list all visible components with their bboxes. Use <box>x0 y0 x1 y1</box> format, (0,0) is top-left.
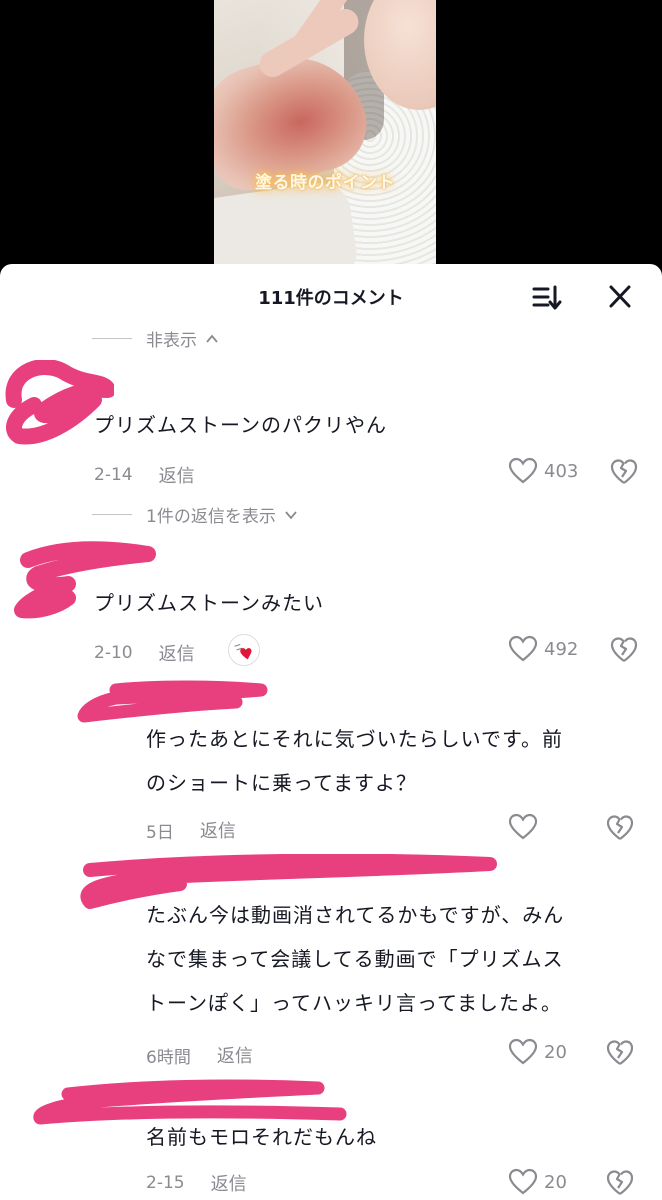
dislike-icon[interactable] <box>606 1169 634 1197</box>
comment-date: 2-14 <box>94 465 133 485</box>
like-count: 492 <box>544 638 579 660</box>
dislike-icon[interactable] <box>610 458 638 486</box>
like-button[interactable]: 492 <box>508 635 578 663</box>
comment-meta: 2-10 返信 <box>94 640 195 666</box>
view-replies-toggle[interactable]: 1件の返信を表示 <box>92 502 298 527</box>
hide-replies-toggle[interactable]: 非表示 <box>92 326 219 351</box>
comments-header: 111件のコメント <box>0 264 662 326</box>
close-button[interactable] <box>600 280 640 314</box>
like-button[interactable]: 403 <box>508 457 578 485</box>
reply-date: 2-15 <box>146 1173 185 1193</box>
like-count: 20 <box>544 1171 567 1193</box>
comment-meta: 2-14 返信 <box>94 462 195 488</box>
heart-icon <box>508 457 538 484</box>
reply-button[interactable]: 返信 <box>211 1170 247 1196</box>
heart-icon <box>508 1038 538 1065</box>
heart-icon <box>508 1168 538 1195</box>
hide-replies-label: 非表示 <box>146 331 197 351</box>
reply-meta: 2-15 返信 <box>146 1170 247 1196</box>
reply-text-line: たぶん今は動画消されてるかもですが、みん <box>146 903 565 927</box>
heart-icon <box>508 813 538 840</box>
chevron-down-icon <box>285 510 297 519</box>
comment-text: プリズムストーンのパクリやん <box>94 413 387 437</box>
reply-button[interactable]: 返信 <box>200 817 236 843</box>
reply-text: 作ったあとにそれに気づいたらしいです。前 のショートに乗ってますよ？ <box>146 722 563 800</box>
reply-text-line: のショートに乗ってますよ？ <box>146 771 417 795</box>
like-count: 20 <box>544 1041 567 1063</box>
like-count: 403 <box>544 460 579 482</box>
sort-icon <box>532 285 562 310</box>
dislike-icon[interactable] <box>606 1039 634 1067</box>
comment-text: プリズムストーンみたい <box>94 591 324 615</box>
divider-line <box>92 338 132 339</box>
comments-sheet: 111件のコメント 非表示 プリズムストーンのパクリやん 2-14 返信 403… <box>0 264 662 1200</box>
view-replies-label: 1件の返信を表示 <box>146 507 276 527</box>
dislike-icon[interactable] <box>610 636 638 664</box>
redaction-scribble <box>77 680 268 723</box>
chevron-up-icon <box>206 334 218 343</box>
reply-text-line: トーンぽく」ってハッキリ言ってましたよ。 <box>146 991 562 1015</box>
reply-text-line: なで集まって会議してる動画で「プリズムス <box>146 947 564 971</box>
reply-date: 5日 <box>146 822 174 843</box>
like-button[interactable]: 20 <box>508 1168 567 1196</box>
reply-button[interactable]: 返信 <box>159 462 195 488</box>
creator-liked-badge <box>228 634 260 666</box>
reply-date: 6時間 <box>146 1047 191 1068</box>
comment-date: 2-10 <box>94 643 133 663</box>
reply-text-line: 作ったあとにそれに気づいたらしいです。前 <box>146 727 563 751</box>
like-button[interactable]: 20 <box>508 1038 567 1066</box>
like-button[interactable] <box>508 813 544 841</box>
reply-text: 名前もモロそれだもんね <box>146 1125 377 1149</box>
video-caption: 塗る時のポイント <box>255 173 395 193</box>
reply-meta: 5日 返信 <box>146 817 236 843</box>
reply-text: たぶん今は動画消されてるかもですが、みん なで集まって会議してる動画で「プリズム… <box>146 898 564 1020</box>
reply-button[interactable]: 返信 <box>159 640 195 666</box>
video-player[interactable]: 塗る時のポイント <box>214 0 436 280</box>
sort-button[interactable] <box>526 280 566 314</box>
heart-icon <box>508 635 538 662</box>
close-icon <box>609 285 631 308</box>
creator-liked-icon <box>230 636 258 664</box>
divider-line <box>92 514 132 515</box>
dislike-icon[interactable] <box>606 814 634 842</box>
reply-meta: 6時間 返信 <box>146 1042 253 1068</box>
reply-button[interactable]: 返信 <box>217 1042 253 1068</box>
